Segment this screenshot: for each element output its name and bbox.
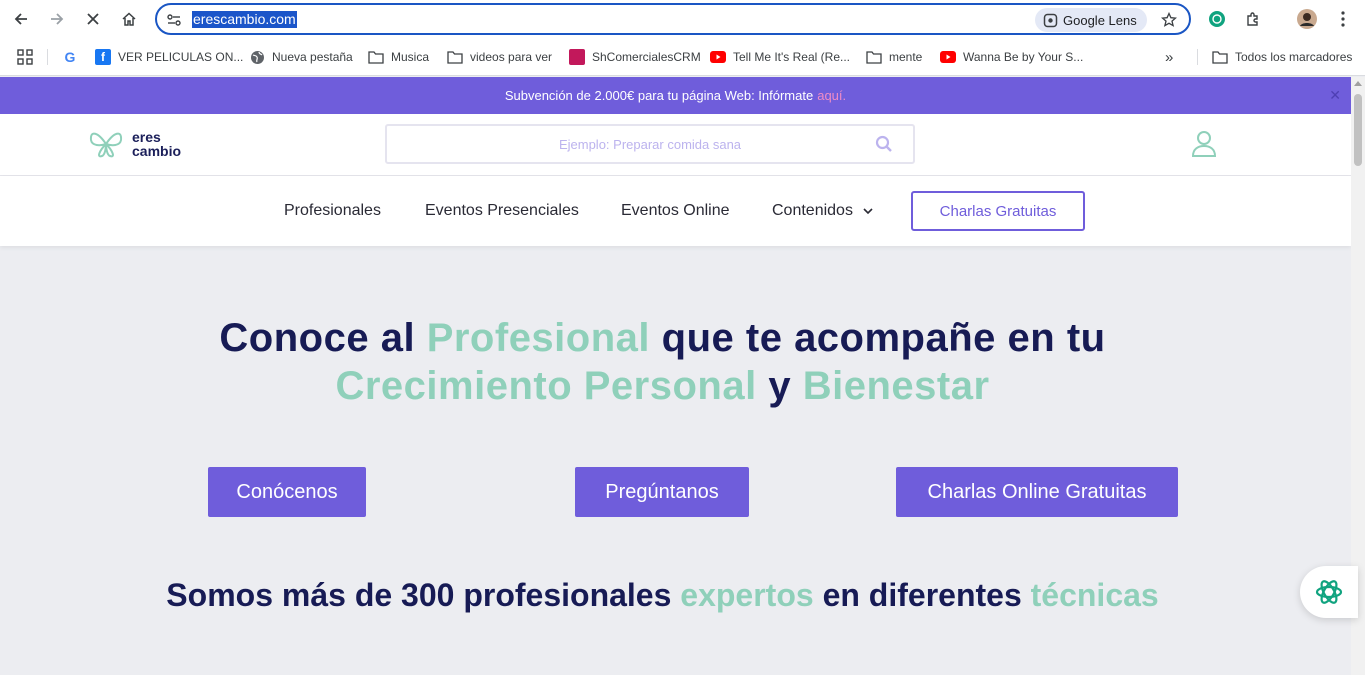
back-icon[interactable] [9, 8, 33, 30]
google-icon: G [64, 49, 76, 65]
lens-label: Google Lens [1063, 12, 1137, 28]
subtitle-text: Somos más de 300 profesionales [166, 577, 672, 613]
logo-line-2: cambio [132, 143, 182, 159]
folder-icon [368, 49, 384, 65]
url-text[interactable]: erescambio.com [192, 11, 297, 28]
logo-wordmark: eres cambio [132, 130, 181, 158]
bookmark-label: Todos los marcadores [1235, 50, 1353, 64]
scrollbar-thumb[interactable] [1354, 94, 1362, 166]
search-placeholder: Ejemplo: Preparar comida sana [558, 137, 742, 152]
folder-icon [447, 49, 463, 65]
bookmark-folder[interactable]: videos para ver [447, 47, 552, 67]
bookmark-folder[interactable]: mente [866, 47, 922, 67]
chevron-down-icon [863, 208, 873, 214]
more-bookmarks-chevron-icon[interactable]: » [1165, 47, 1173, 67]
bookmark-label: ShComercialesCRM [592, 50, 701, 64]
announcement-link[interactable]: aquí. [817, 88, 846, 103]
conocenos-button[interactable]: Conócenos [208, 467, 366, 517]
forward-icon[interactable] [45, 8, 69, 30]
folder-icon [1212, 49, 1228, 65]
nav-contenidos[interactable]: Contenidos [772, 202, 873, 220]
charlas-online-button[interactable]: Charlas Online Gratuitas [896, 467, 1178, 517]
charlas-gratuitas-button[interactable]: Charlas Gratuitas [911, 191, 1085, 231]
youtube-icon [710, 49, 726, 65]
youtube-icon [940, 49, 956, 65]
close-icon[interactable]: ✕ [1329, 87, 1341, 104]
assistant-widget-button[interactable] [1300, 566, 1358, 618]
bookmarks-bar: G f VER PELICULAS ON... Nueva pestaña Mu… [0, 38, 1365, 76]
bookmark-google[interactable]: G [62, 47, 78, 67]
nav-contenidos-label: Contenidos [772, 202, 853, 219]
bookmark-label: Nueva pestaña [272, 50, 353, 64]
apps-grid-icon[interactable] [17, 47, 33, 67]
butterfly-logo-icon [89, 132, 123, 158]
section-subtitle: Somos más de 300 profesionales expertos … [0, 577, 1325, 614]
bookmark-item[interactable]: Nueva pestaña [249, 47, 353, 67]
preguntanos-button[interactable]: Pregúntanos [575, 467, 749, 517]
profile-avatar[interactable] [1296, 8, 1318, 30]
bookmark-item[interactable]: ShComercialesCRM [569, 47, 701, 67]
browser-toolbar: erescambio.com Google Lens [0, 0, 1365, 38]
crm-icon [569, 49, 585, 65]
google-lens-button[interactable]: Google Lens [1035, 8, 1147, 32]
openai-logo-icon [1315, 580, 1343, 604]
globe-icon [249, 49, 265, 65]
site-info-icon[interactable] [165, 11, 183, 29]
hero-title-line-2: Crecimiento Personal y Bienestar [0, 364, 1325, 409]
stop-icon[interactable] [81, 8, 105, 30]
bookmark-label: Wanna Be by Your S... [963, 50, 1084, 64]
hero-text: que te acompañe en tu [661, 316, 1106, 360]
folder-icon [866, 49, 882, 65]
nav-profesionales[interactable]: Profesionales [284, 202, 381, 220]
hero-accent-text: Bienestar [802, 364, 990, 408]
extensions-puzzle-icon[interactable] [1242, 8, 1264, 30]
announcement-text: Subvención de 2.000€ para tu página Web:… [504, 88, 814, 103]
main-nav: Profesionales Eventos Presenciales Event… [0, 176, 1351, 246]
bookmark-item[interactable]: Wanna Be by Your S... [940, 47, 1083, 67]
bookmark-folder[interactable]: Musica [368, 47, 429, 67]
chatgpt-extension-icon[interactable] [1206, 8, 1228, 30]
hero-text: y [768, 364, 792, 408]
search-input[interactable]: Ejemplo: Preparar comida sana [385, 124, 915, 164]
hero-text: Conoce al [219, 316, 416, 360]
site-header: eres cambio Ejemplo: Preparar comida san… [0, 114, 1351, 176]
user-account-icon[interactable] [1191, 130, 1217, 158]
bookmarks-divider [1197, 49, 1198, 65]
nav-eventos-online[interactable]: Eventos Online [621, 202, 730, 220]
nav-eventos-presenciales[interactable]: Eventos Presenciales [425, 202, 579, 220]
hero-title-line-1: Conoce al Profesional que te acompañe en… [0, 316, 1325, 361]
bookmark-label: VER PELICULAS ON... [118, 50, 244, 64]
bookmark-label: videos para ver [470, 50, 553, 64]
site-logo[interactable]: eres cambio [88, 128, 181, 160]
bookmark-label: Tell Me It's Real (Re... [733, 50, 850, 64]
subtitle-accent-text: expertos [680, 577, 814, 613]
subtitle-text: en diferentes [822, 577, 1022, 613]
browser-menu-icon[interactable] [1332, 8, 1354, 30]
bookmark-label: mente [889, 50, 923, 64]
home-icon[interactable] [117, 8, 141, 30]
hero-accent-text: Crecimiento Personal [335, 364, 757, 408]
bookmark-star-icon[interactable] [1158, 9, 1180, 31]
hero-accent-text: Profesional [426, 316, 651, 360]
all-bookmarks-folder[interactable]: Todos los marcadores [1212, 47, 1352, 67]
bookmarks-divider [47, 49, 48, 65]
announcement-bar: Subvención de 2.000€ para tu página Web:… [0, 77, 1351, 114]
subtitle-accent-text: técnicas [1030, 577, 1159, 613]
bookmark-label: Musica [391, 50, 430, 64]
bookmark-item[interactable]: Tell Me It's Real (Re... [710, 47, 850, 67]
address-bar[interactable]: erescambio.com Google Lens [155, 3, 1191, 35]
scroll-up-arrow-icon[interactable] [1354, 81, 1362, 86]
facebook-icon: f [95, 49, 111, 65]
search-icon[interactable] [875, 135, 893, 153]
lens-icon [1043, 13, 1058, 27]
logo-line-1: eres [132, 129, 161, 145]
bookmark-item[interactable]: f VER PELICULAS ON... [95, 47, 243, 67]
